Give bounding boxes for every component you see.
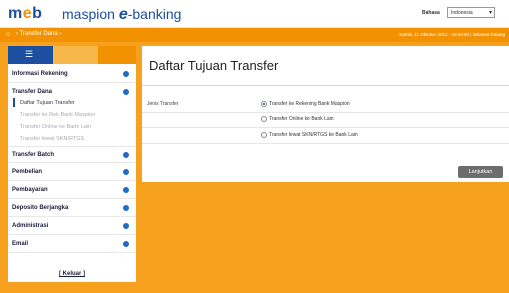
divider — [142, 112, 509, 113]
breadcrumb-item[interactable]: Transfer Dana — [20, 31, 58, 37]
date-time-greeting: Kamis, 11 Oktober 2012 - 10:44:00 | Sela… — [399, 32, 505, 37]
expand-dot-icon — [123, 241, 129, 247]
sidebar-item-label: Email — [12, 241, 29, 247]
brand-e: e — [118, 6, 128, 23]
brand-name: maspion e-banking — [62, 6, 181, 24]
sidebar-item-label: Transfer Batch — [12, 152, 55, 158]
sidebar-tabs: ☰ — [8, 46, 136, 64]
option-label: Transfer Online ke Bank Lain — [269, 116, 334, 122]
expand-dot-icon — [123, 71, 129, 77]
expand-dot-icon — [123, 169, 129, 175]
transfer-type-label: Jenis Transfer — [147, 101, 179, 107]
language-label: Bahasa — [422, 10, 440, 16]
tab-secondary[interactable] — [53, 46, 98, 64]
radio-selected-icon[interactable] — [261, 101, 267, 107]
sidebar-item-label: Pembelian — [12, 169, 43, 175]
main-panel: Daftar Tujuan Transfer Jenis Transfer Tr… — [142, 46, 509, 182]
submenu-daftar-tujuan-transfer[interactable]: Daftar Tujuan Transfer — [20, 100, 75, 106]
nav-bar: ⌂ › Transfer Dana › Kamis, 11 Oktober 20… — [0, 28, 509, 42]
sidebar-item-label: Administrasi — [12, 223, 49, 229]
tab-menu[interactable]: ☰ — [8, 46, 53, 64]
sidebar-item-email[interactable]: Email — [8, 236, 136, 253]
radio-icon[interactable] — [261, 132, 267, 138]
radio-icon[interactable] — [261, 116, 267, 122]
brand-suffix: -banking — [127, 6, 182, 22]
sidebar-item-pembelian[interactable]: Pembelian — [8, 164, 136, 181]
sidebar-item-label: Informasi Rekening — [12, 71, 68, 77]
language-select[interactable]: Indonesia ▾ — [447, 7, 495, 18]
submenu-transfer-online[interactable]: Transfer Online ke Bank Lain — [20, 124, 91, 130]
language-value: Indonesia — [451, 10, 473, 16]
submenu-transfer-skn-rtgs[interactable]: Transfer lewat SKN/RTGS — [20, 136, 84, 142]
breadcrumb-separator: › — [57, 31, 62, 37]
breadcrumb: › Transfer Dana › — [16, 31, 61, 37]
home-icon[interactable]: ⌂ — [6, 31, 13, 38]
logo-letter-e: e — [22, 5, 33, 22]
divider — [142, 127, 509, 128]
page-title: Daftar Tujuan Transfer — [149, 58, 279, 73]
sidebar-item-informasi-rekening[interactable]: Informasi Rekening — [8, 66, 136, 83]
sidebar-item-deposito-berjangka[interactable]: Deposito Berjangka — [8, 200, 136, 217]
sidebar-item-label: Transfer Dana — [12, 89, 53, 95]
chevron-down-icon: ▾ — [488, 10, 492, 16]
option-label: Transfer lewat SKN/RTGS ke Bank Lain — [269, 132, 358, 138]
menu-icon: ☰ — [25, 49, 34, 59]
logo-letter-b: b — [32, 5, 43, 22]
expand-dot-icon — [123, 187, 129, 193]
expand-dot-icon — [123, 205, 129, 211]
sidebar-item-transfer-batch[interactable]: Transfer Batch — [8, 146, 136, 163]
sidebar-item-label: Deposito Berjangka — [12, 205, 69, 211]
option-label: Transfer ke Rekening Bank Maspion — [269, 101, 350, 107]
logout-link[interactable]: [ Keluar ] — [8, 271, 136, 277]
submenu-transfer-rek-maspion[interactable]: Transfer ke Rek Bank Maspion — [20, 112, 95, 118]
divider — [142, 85, 509, 86]
divider — [142, 143, 509, 144]
expand-dot-icon — [123, 89, 129, 95]
expand-dot-icon — [123, 152, 129, 158]
active-indicator — [13, 98, 15, 107]
app-header: meb maspion e-banking Bahasa Indonesia ▾ — [0, 0, 509, 28]
brand-prefix: maspion — [62, 6, 119, 22]
sidebar-item-administrasi[interactable]: Administrasi — [8, 218, 136, 235]
sidebar-item-transfer-dana[interactable]: Transfer Dana — [8, 84, 136, 101]
expand-dot-icon — [123, 223, 129, 229]
logo: meb — [8, 5, 42, 23]
logo-letter-m: m — [8, 5, 23, 22]
sidebar-item-pembayaran[interactable]: Pembayaran — [8, 182, 136, 199]
sidebar-item-label: Pembayaran — [12, 187, 48, 193]
sidebar: ☰ Informasi Rekening Transfer Dana Dafta… — [8, 46, 136, 282]
next-button[interactable]: Lanjutkan — [458, 166, 503, 178]
